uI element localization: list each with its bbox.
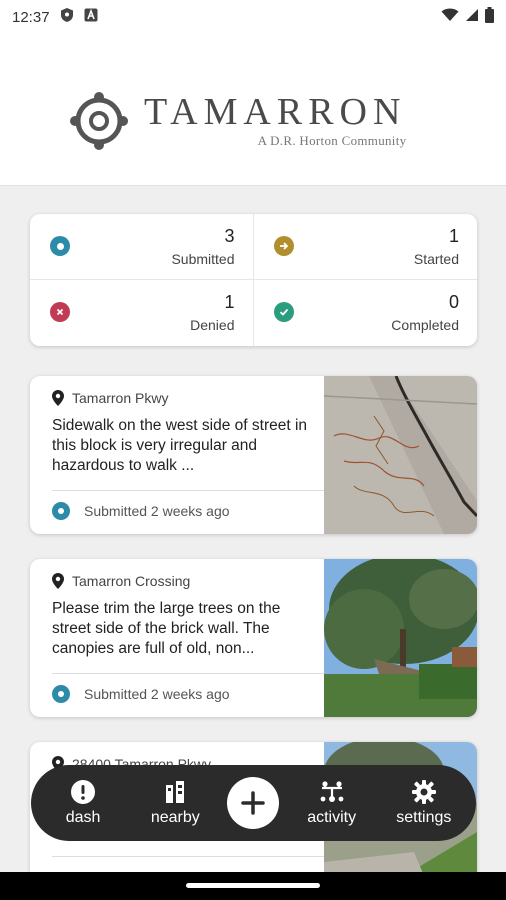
- request-location: Tamarron Pkwy: [52, 390, 312, 406]
- nav-label: dash: [65, 809, 101, 826]
- submitted-status-icon: [52, 502, 70, 520]
- request-photo[interactable]: [324, 376, 477, 534]
- request-status: Submitted 2 weeks ago: [52, 502, 230, 520]
- clock: 12:37: [12, 8, 50, 26]
- stat-denied[interactable]: 1 Denied: [30, 280, 254, 346]
- brand-tagline: A D.R. Horton Community: [257, 133, 407, 148]
- request-stats-panel: 3 Submitted 1 Started 1 Denied 0 Complet…: [30, 214, 477, 346]
- submitted-status-icon: [52, 685, 70, 703]
- request-status: Submitted 2 weeks ago: [52, 685, 230, 703]
- status-text: Submitted 2 weeks ago: [84, 503, 230, 519]
- location-text: Tamarron Pkwy: [72, 390, 169, 406]
- gear-icon: [411, 779, 437, 805]
- nav-label: activity: [307, 809, 357, 826]
- nav-activity[interactable]: activity: [292, 779, 372, 827]
- home-handle[interactable]: [186, 883, 320, 888]
- request-description: Sidewalk on the west side of street in t…: [52, 417, 308, 474]
- completed-check-icon: [273, 302, 294, 322]
- request-location: Tamarron Crossing: [52, 573, 312, 589]
- nav-nearby[interactable]: nearby: [135, 779, 215, 827]
- nav-dash[interactable]: dash: [43, 779, 123, 827]
- request-card[interactable]: Tamarron Pkwy Sidewalk on the west side …: [30, 376, 477, 534]
- app-header: TAMARRON A D.R. Horton Community: [0, 34, 506, 186]
- brand-name: TAMARRON: [144, 91, 407, 133]
- submitted-icon: [50, 236, 70, 256]
- logo-emblem-icon: [70, 92, 128, 150]
- stat-completed[interactable]: 0 Completed: [254, 280, 478, 346]
- stat-submitted[interactable]: 3 Submitted: [30, 214, 254, 280]
- community-logo: TAMARRON A D.R. Horton Community: [68, 90, 406, 152]
- dash-alert-icon: [70, 779, 96, 805]
- request-description: Please trim the large trees on the stree…: [52, 600, 281, 657]
- location-pin-icon: [52, 573, 64, 589]
- nav-settings[interactable]: settings: [384, 779, 464, 827]
- app-notification-icon: [84, 8, 98, 26]
- bottom-navigation: dash nearby activity settings: [31, 765, 476, 841]
- request-photo[interactable]: [324, 559, 477, 717]
- nav-label: nearby: [150, 809, 200, 826]
- location-text: Tamarron Crossing: [72, 573, 191, 589]
- denied-x-icon: [50, 302, 70, 322]
- location-pin-icon: [52, 390, 64, 406]
- nearby-buildings-icon: [162, 779, 188, 805]
- battery-icon: [485, 7, 494, 27]
- wifi-icon: [441, 8, 459, 26]
- stat-started[interactable]: 1 Started: [253, 214, 477, 280]
- request-card[interactable]: Tamarron Crossing Please trim the large …: [30, 559, 477, 717]
- system-gesture-bar: [0, 872, 506, 900]
- status-bar: 12:37: [0, 0, 506, 34]
- add-request-button[interactable]: [227, 777, 280, 829]
- nav-label: settings: [396, 809, 452, 826]
- status-text: Submitted 2 weeks ago: [84, 686, 230, 702]
- started-arrow-icon: [273, 236, 294, 256]
- shield-icon: [60, 7, 74, 27]
- signal-icon: [465, 8, 479, 26]
- activity-network-icon: [319, 779, 345, 805]
- plus-icon: [241, 791, 266, 815]
